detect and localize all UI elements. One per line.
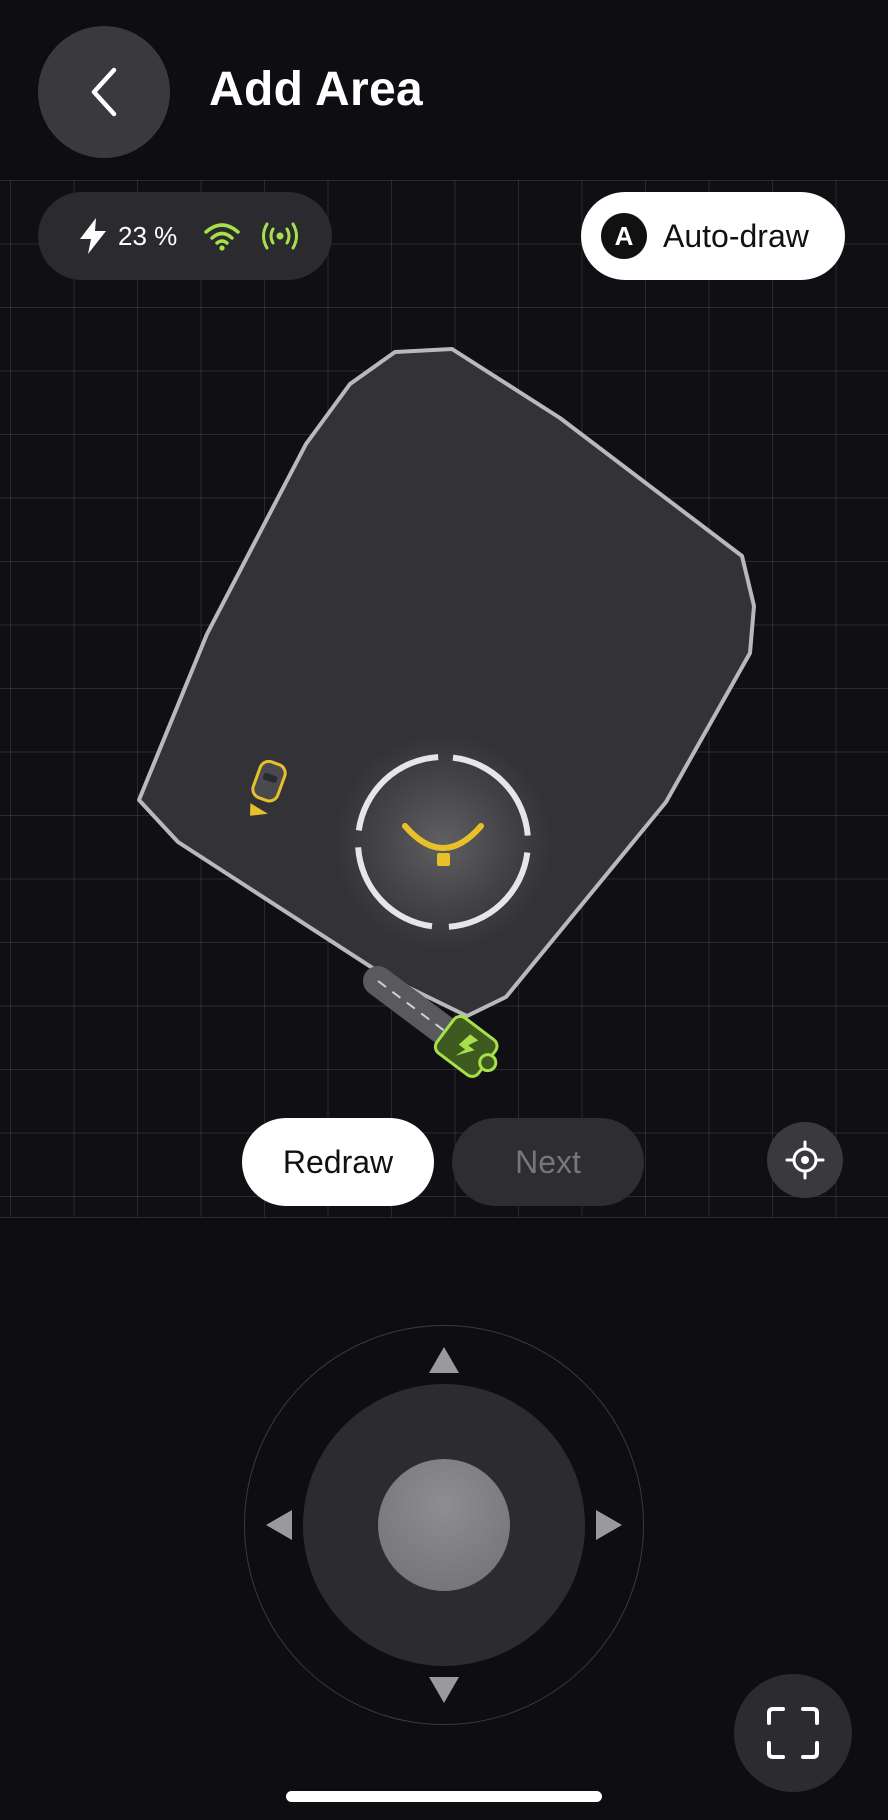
joystick-arrows: [266, 1347, 622, 1703]
arrow-up-icon[interactable]: [429, 1347, 459, 1373]
arrow-left-icon[interactable]: [266, 1510, 292, 1540]
fullscreen-button[interactable]: [734, 1674, 852, 1792]
home-indicator[interactable]: [286, 1791, 602, 1802]
fullscreen-icon: [767, 1707, 819, 1759]
arrow-down-icon[interactable]: [429, 1677, 459, 1703]
arrow-right-icon[interactable]: [596, 1510, 622, 1540]
